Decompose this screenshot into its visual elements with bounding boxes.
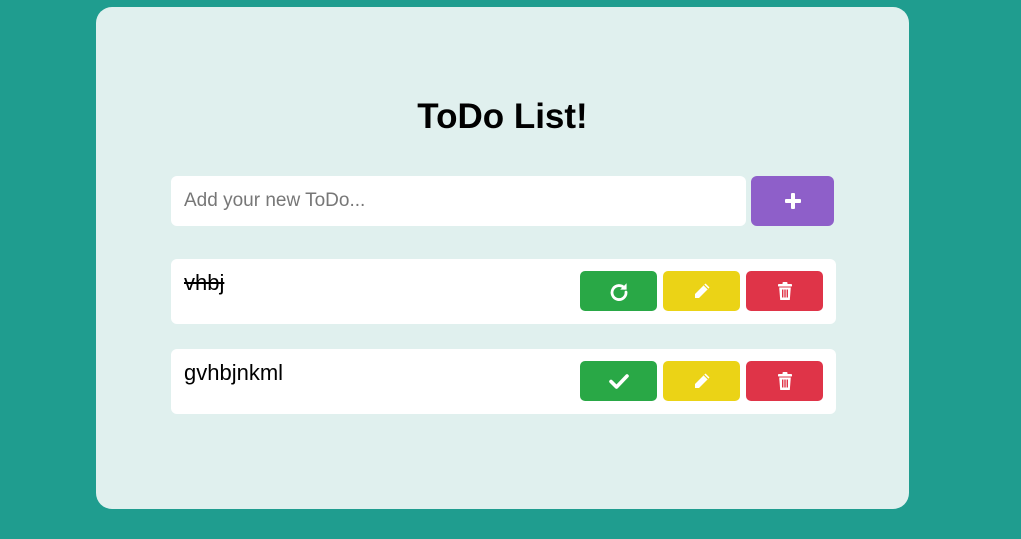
check-icon bbox=[608, 374, 629, 389]
plus-icon bbox=[784, 193, 801, 209]
trash-icon bbox=[777, 372, 792, 390]
delete-button[interactable] bbox=[746, 271, 823, 311]
delete-button[interactable] bbox=[746, 361, 823, 401]
todo-card: ToDo List! vhbj bbox=[96, 7, 909, 509]
undo-complete-button[interactable] bbox=[580, 271, 657, 311]
todo-item: gvhbjnkml bbox=[171, 349, 836, 414]
todo-text: gvhbjnkml bbox=[184, 360, 284, 385]
todo-item: vhbj bbox=[171, 259, 836, 324]
complete-button[interactable] bbox=[580, 361, 657, 401]
trash-icon bbox=[777, 282, 792, 300]
edit-button[interactable] bbox=[663, 361, 740, 401]
new-todo-input[interactable] bbox=[171, 176, 746, 226]
todo-text: vhbj bbox=[184, 270, 225, 295]
add-todo-button[interactable] bbox=[751, 176, 834, 226]
pencil-icon bbox=[694, 283, 709, 298]
pencil-icon bbox=[694, 373, 709, 388]
page-title: ToDo List! bbox=[417, 97, 588, 136]
edit-button[interactable] bbox=[663, 271, 740, 311]
redo-icon bbox=[610, 283, 627, 301]
